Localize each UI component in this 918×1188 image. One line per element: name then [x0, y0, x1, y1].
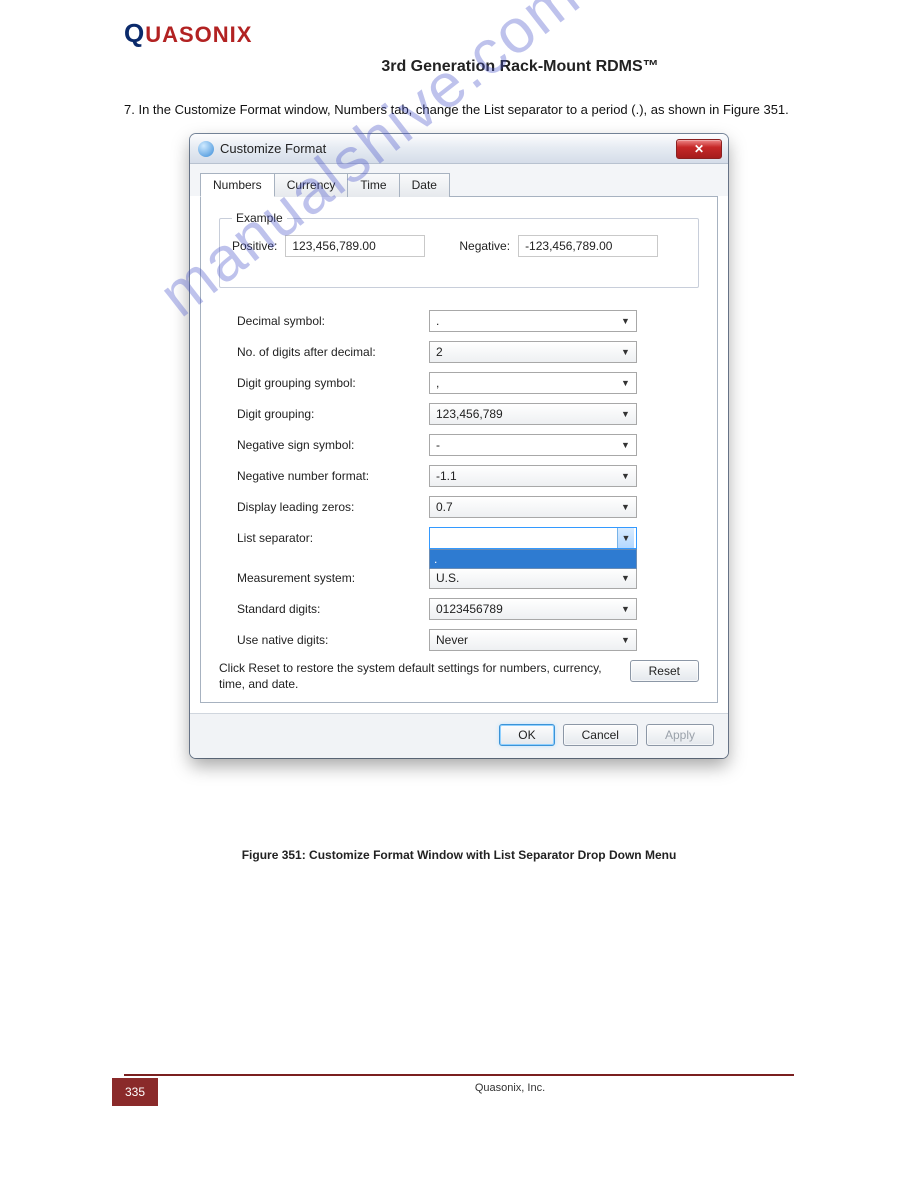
ok-button[interactable]: OK — [499, 724, 554, 746]
label-digits-after-decimal: No. of digits after decimal: — [219, 345, 429, 359]
positive-label: Positive: — [232, 239, 277, 253]
footer-company: Quasonix, Inc. — [300, 1082, 720, 1094]
figure-caption: Figure 351: Customize Format Window with… — [124, 848, 794, 862]
row-grouping-symbol: Digit grouping symbol: , ▼ — [219, 372, 699, 394]
doc-subtitle: 3rd Generation Rack-Mount RDMS™ — [310, 58, 730, 76]
brand-q: Q — [124, 18, 145, 48]
list-separator-option[interactable]: . — [429, 549, 637, 569]
label-native-digits: Use native digits: — [219, 633, 429, 647]
label-grouping-symbol: Digit grouping symbol: — [219, 376, 429, 390]
combo-leading-zeros[interactable]: 0.7 ▼ — [429, 496, 637, 518]
customize-format-dialog: Customize Format ✕ Numbers Currency Time… — [190, 134, 728, 758]
combo-digits-after-decimal[interactable]: 2 ▼ — [429, 341, 637, 363]
combo-decimal-symbol[interactable]: . ▼ — [429, 310, 637, 332]
example-group: Example Positive: 123,456,789.00 Negativ… — [219, 211, 699, 288]
pane-numbers: Example Positive: 123,456,789.00 Negativ… — [200, 196, 718, 703]
chevron-down-icon: ▼ — [617, 635, 634, 645]
chevron-down-icon: ▼ — [617, 502, 634, 512]
tab-currency[interactable]: Currency — [274, 173, 349, 197]
chevron-down-icon: ▼ — [617, 440, 634, 450]
tabs: Numbers Currency Time Date — [190, 164, 728, 196]
row-digits-after-decimal: No. of digits after decimal: 2 ▼ — [219, 341, 699, 363]
label-digit-grouping: Digit grouping: — [219, 407, 429, 421]
close-button[interactable]: ✕ — [676, 139, 722, 159]
intro-paragraph: 7. In the Customize Format window, Numbe… — [124, 102, 794, 117]
row-digit-grouping: Digit grouping: 123,456,789 ▼ — [219, 403, 699, 425]
negative-label: Negative: — [459, 239, 510, 253]
negative-value: -123,456,789.00 — [518, 235, 658, 257]
reset-button[interactable]: Reset — [630, 660, 699, 682]
close-icon: ✕ — [694, 142, 704, 156]
dialog-title: Customize Format — [220, 141, 676, 156]
row-standard-digits: Standard digits: 0123456789 ▼ — [219, 598, 699, 620]
chevron-down-icon: ▼ — [617, 409, 634, 419]
chevron-down-icon: ▼ — [617, 528, 634, 548]
label-negative-sign: Negative sign symbol: — [219, 438, 429, 452]
label-measurement-system: Measurement system: — [219, 571, 429, 585]
chevron-down-icon: ▼ — [617, 573, 634, 583]
combo-standard-digits[interactable]: 0123456789 ▼ — [429, 598, 637, 620]
brand-logo: Quasonix — [124, 18, 252, 49]
footer-rule — [124, 1074, 794, 1076]
row-list-separator: List separator: ▼ . — [219, 527, 699, 549]
chevron-down-icon: ▼ — [617, 347, 634, 357]
row-measurement-system: Measurement system: U.S. ▼ — [219, 567, 699, 589]
chevron-down-icon: ▼ — [617, 604, 634, 614]
positive-value: 123,456,789.00 — [285, 235, 425, 257]
combo-list-separator[interactable]: ▼ — [429, 527, 637, 549]
titlebar: Customize Format ✕ — [190, 134, 728, 164]
combo-digit-grouping[interactable]: 123,456,789 ▼ — [429, 403, 637, 425]
tab-time[interactable]: Time — [347, 173, 399, 197]
label-negative-format: Negative number format: — [219, 469, 429, 483]
label-leading-zeros: Display leading zeros: — [219, 500, 429, 514]
combo-native-digits[interactable]: Never ▼ — [429, 629, 637, 651]
reset-description: Click Reset to restore the system defaul… — [219, 660, 616, 692]
reset-row: Click Reset to restore the system defaul… — [219, 660, 699, 692]
cancel-button[interactable]: Cancel — [563, 724, 638, 746]
apply-button[interactable]: Apply — [646, 724, 714, 746]
chevron-down-icon: ▼ — [617, 471, 634, 481]
combo-grouping-symbol[interactable]: , ▼ — [429, 372, 637, 394]
combo-negative-sign[interactable]: - ▼ — [429, 434, 637, 456]
combo-negative-format[interactable]: -1.1 ▼ — [429, 465, 637, 487]
page-number-badge: 335 — [112, 1078, 158, 1106]
combo-measurement-system[interactable]: U.S. ▼ — [429, 567, 637, 589]
chevron-down-icon: ▼ — [617, 378, 634, 388]
row-negative-format: Negative number format: -1.1 ▼ — [219, 465, 699, 487]
label-standard-digits: Standard digits: — [219, 602, 429, 616]
row-decimal-symbol: Decimal symbol: . ▼ — [219, 310, 699, 332]
globe-icon — [198, 141, 214, 157]
row-native-digits: Use native digits: Never ▼ — [219, 629, 699, 651]
label-decimal-symbol: Decimal symbol: — [219, 314, 429, 328]
row-leading-zeros: Display leading zeros: 0.7 ▼ — [219, 496, 699, 518]
tab-numbers[interactable]: Numbers — [200, 173, 275, 197]
chevron-down-icon: ▼ — [617, 316, 634, 326]
row-negative-sign: Negative sign symbol: - ▼ — [219, 434, 699, 456]
dialog-footer: OK Cancel Apply — [190, 713, 728, 758]
example-legend: Example — [232, 211, 287, 225]
brand-rest: uasonix — [145, 22, 252, 47]
label-list-separator: List separator: — [219, 531, 429, 545]
tab-date[interactable]: Date — [399, 173, 450, 197]
